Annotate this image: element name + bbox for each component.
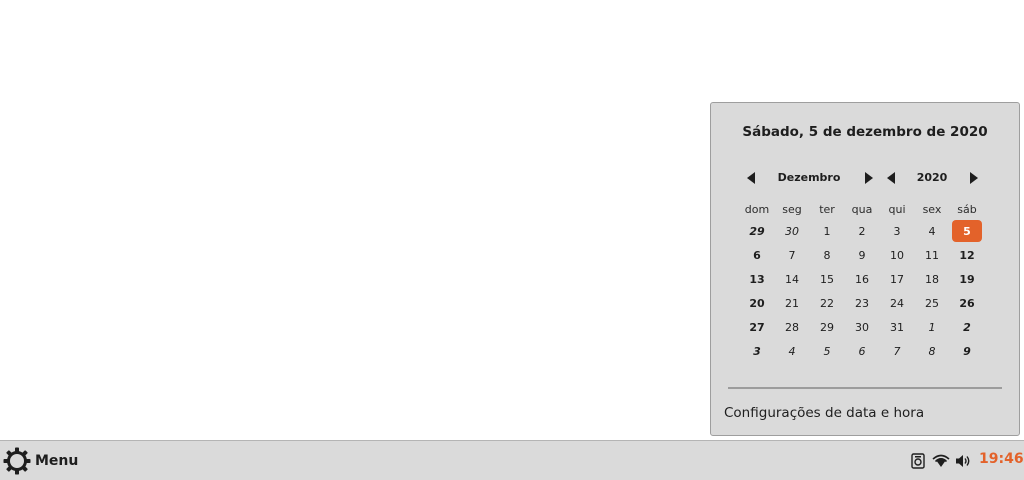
calendar-separator [728,387,1002,389]
menu-label: Menu [35,453,79,469]
weekday-header: ter [819,202,835,216]
calendar-day[interactable]: 7 [776,244,808,266]
arrow-right-icon [970,172,978,184]
calendar-day[interactable]: 8 [916,340,948,362]
calendar-day[interactable]: 10 [881,244,913,266]
calendar-day[interactable]: 1 [916,316,948,338]
wifi-icon[interactable] [932,452,950,470]
calendar-day[interactable]: 16 [846,268,878,290]
weekday-header: seg [782,202,802,216]
calendar-day[interactable]: 31 [881,316,913,338]
taskbar: Menu 19:46 [0,440,1024,480]
weekday-header: sáb [957,202,977,216]
calendar-day[interactable]: 9 [846,244,878,266]
calendar-day[interactable]: 6 [741,244,773,266]
calendar-day[interactable]: 5 [811,340,843,362]
calendar-day[interactable]: 23 [846,292,878,314]
calendar-day[interactable]: 4 [776,340,808,362]
calendar-day[interactable]: 3 [741,340,773,362]
arrow-left-icon [887,172,895,184]
calendar-day[interactable]: 3 [881,220,913,242]
screenshot-icon[interactable] [909,452,927,470]
calendar-day[interactable]: 29 [741,220,773,242]
calendar-day[interactable]: 26 [951,292,983,314]
calendar-day[interactable]: 30 [846,316,878,338]
calendar-day[interactable]: 4 [916,220,948,242]
calendar-day[interactable]: 14 [776,268,808,290]
calendar-date-heading: Sábado, 5 de dezembro de 2020 [742,124,988,140]
volume-icon[interactable] [954,452,972,470]
calendar-day-today[interactable]: 5 [952,220,982,242]
arrow-right-icon [865,172,873,184]
next-month-button[interactable] [862,168,876,188]
calendar-day[interactable]: 30 [776,220,808,242]
calendar-day[interactable]: 25 [916,292,948,314]
calendar-day[interactable]: 18 [916,268,948,290]
weekday-header: qui [888,202,906,216]
calendar-day[interactable]: 28 [776,316,808,338]
clock[interactable]: 19:46 [979,451,1024,467]
prev-month-button[interactable] [744,168,758,188]
date-time-settings-link[interactable]: Configurações de data e hora [724,405,924,421]
calendar-day[interactable]: 1 [811,220,843,242]
prev-year-button[interactable] [884,168,898,188]
calendar-day[interactable]: 29 [811,316,843,338]
month-label: Dezembro [777,171,841,184]
weekday-header: dom [744,202,770,216]
year-label: 2020 [916,171,948,184]
calendar-day[interactable]: 2 [951,316,983,338]
gear-icon [3,447,31,475]
calendar-day[interactable]: 7 [881,340,913,362]
calendar-day[interactable]: 8 [811,244,843,266]
calendar-day[interactable]: 27 [741,316,773,338]
calendar-day[interactable]: 19 [951,268,983,290]
calendar-day[interactable]: 12 [951,244,983,266]
calendar-day[interactable]: 9 [951,340,983,362]
calendar-day[interactable]: 2 [846,220,878,242]
calendar-day[interactable]: 24 [881,292,913,314]
calendar-day[interactable]: 15 [811,268,843,290]
weekday-header: sex [922,202,942,216]
menu-button[interactable]: Menu [2,445,78,477]
arrow-left-icon [747,172,755,184]
calendar-day[interactable]: 11 [916,244,948,266]
calendar-day[interactable]: 13 [741,268,773,290]
calendar-day[interactable]: 6 [846,340,878,362]
next-year-button[interactable] [967,168,981,188]
calendar-day[interactable]: 17 [881,268,913,290]
weekday-header: qua [851,202,873,216]
calendar-day[interactable]: 22 [811,292,843,314]
calendar-day[interactable]: 21 [776,292,808,314]
calendar-day[interactable]: 20 [741,292,773,314]
